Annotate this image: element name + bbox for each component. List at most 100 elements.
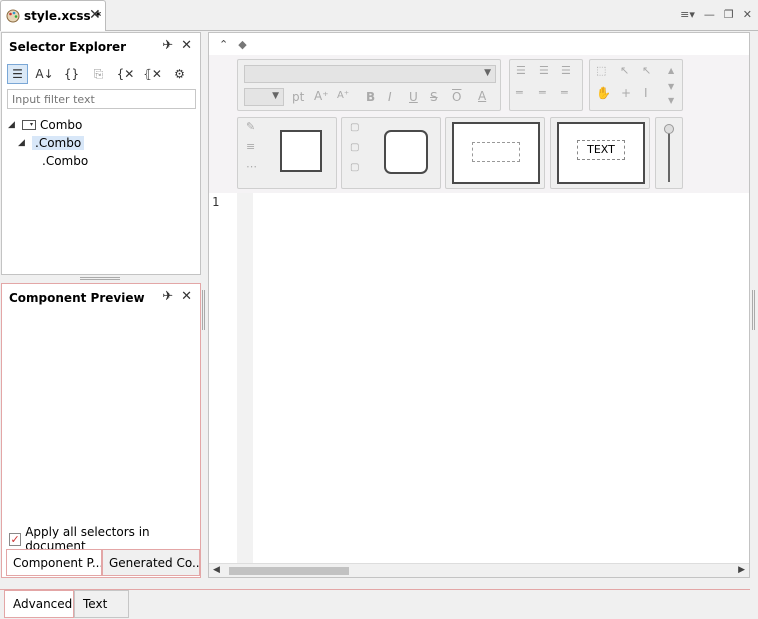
tree-item-selected[interactable]: ◢ .Combo <box>18 136 85 150</box>
collapse-palette-icon[interactable]: ⌃ <box>219 38 228 51</box>
mode-tabs: Advanced Text <box>0 589 750 618</box>
border-width-icon[interactable]: ≡ <box>246 140 255 153</box>
crosshair-cursor-icon[interactable]: + <box>621 86 631 100</box>
palette-icon <box>6 9 20 23</box>
font-family-select[interactable]: ▼ <box>244 65 496 83</box>
tab-advanced[interactable]: Advanced <box>4 590 74 618</box>
italic-button[interactable]: I <box>388 90 392 104</box>
sort-selectors-icon[interactable]: ☰ <box>7 64 28 84</box>
scrollbar-thumb[interactable] <box>229 567 349 575</box>
align-left-icon[interactable]: ☰ <box>516 64 526 77</box>
pin-icon[interactable]: ✈ <box>162 38 173 53</box>
valign-middle-icon[interactable]: ═ <box>539 86 546 99</box>
align-right-icon[interactable]: ☰ <box>561 64 571 77</box>
view-menu-icon[interactable]: ≡▾ <box>680 8 695 22</box>
alignment-group: ☰ ☰ ☰ ═ ═ ═ <box>509 59 583 111</box>
diamond-icon[interactable]: ◆ <box>238 38 246 51</box>
text-padding-group: TEXT <box>550 117 650 189</box>
padding-preview[interactable] <box>452 122 540 184</box>
bold-button[interactable]: B <box>366 90 375 104</box>
font-shrink-icon[interactable]: A⁺ <box>337 90 349 101</box>
right-splitter[interactable] <box>752 290 755 330</box>
slider-group <box>655 117 683 189</box>
component-preview-panel: Component Preview ✈ ✕ ✓ Apply all select… <box>1 283 201 578</box>
border-preview[interactable] <box>280 130 322 172</box>
font-color-icon[interactable]: A <box>478 89 486 103</box>
cursor-group: ⬚ ↖ ↖ ✋ + I ▲ ▼ ▼ <box>589 59 683 111</box>
valign-bottom-icon[interactable]: ═ <box>561 86 568 99</box>
font-size-select[interactable]: ▼ <box>244 88 284 106</box>
align-center-icon[interactable]: ☰ <box>539 64 549 77</box>
tree-item[interactable]: .Combo <box>42 154 88 168</box>
copy-selector-icon[interactable]: ⎘ <box>88 64 109 84</box>
text-preview: TEXT <box>577 140 625 160</box>
border-style-icon[interactable]: ⋯ <box>246 160 257 173</box>
text-padding-preview[interactable]: TEXT <box>557 122 645 184</box>
strikethrough-button[interactable]: S <box>430 90 438 104</box>
vertical-splitter[interactable] <box>202 290 205 330</box>
corner-mid-icon[interactable]: ▢ <box>350 142 359 153</box>
folding-strip <box>237 193 253 563</box>
sort-alpha-icon[interactable]: A↓ <box>34 64 55 84</box>
corner-top-icon[interactable]: ▢ <box>350 122 359 133</box>
scroll-up-icon[interactable]: ▲ <box>668 66 674 75</box>
hand-cursor-icon[interactable]: ✋ <box>596 86 611 100</box>
arrow-cursor-icon[interactable]: ↖ <box>620 64 629 77</box>
font-group: ▼ ▼ pt A⁺ A⁺ B I U S O A <box>237 59 501 111</box>
file-tab[interactable]: style.xcss * ✕ <box>0 0 106 31</box>
border-group: ✎ ≡ ⋯ <box>237 117 337 189</box>
selection-cursor-icon[interactable]: ⬚ <box>596 64 606 77</box>
tab-text[interactable]: Text <box>74 590 129 618</box>
tree-item[interactable]: ◢ Combo <box>8 118 82 132</box>
collapse-arrow-icon[interactable]: ◢ <box>8 120 18 130</box>
combo-widget-icon <box>22 120 36 130</box>
tree-item-label: .Combo <box>42 154 89 168</box>
remove-all-selectors-icon[interactable]: ⦃✕ <box>142 64 163 84</box>
scroll-down-icon[interactable]: ▼ <box>668 82 674 91</box>
add-selector-icon[interactable]: {} <box>61 64 82 84</box>
collapse-arrow-icon[interactable]: ◢ <box>18 138 28 148</box>
rounded-corner-preview[interactable] <box>384 130 428 174</box>
corner-group: ▢ ▢ ▢ <box>341 117 441 189</box>
text-cursor-icon[interactable]: I <box>644 86 648 100</box>
expand-icon[interactable]: ▼ <box>668 96 674 105</box>
tab-generated-code[interactable]: Generated Co... <box>102 549 200 576</box>
horizontal-scrollbar[interactable]: ◀ ▶ <box>209 563 749 577</box>
opacity-slider-handle[interactable] <box>664 124 674 134</box>
selector-explorer-panel: Selector Explorer ✈ ✕ ☰ A↓ {} ⎘ {✕ ⦃✕ ⚙ … <box>1 32 201 275</box>
window-controls: ≡▾ — ❐ ✕ <box>680 8 752 22</box>
editor-tab-strip: style.xcss * ✕ ≡▾ — ❐ ✕ <box>0 0 758 31</box>
pin-icon[interactable]: ✈ <box>162 289 173 304</box>
close-tab-icon[interactable]: ✕ <box>89 7 101 23</box>
corner-bottom-icon[interactable]: ▢ <box>350 162 359 173</box>
scroll-left-icon[interactable]: ◀ <box>213 565 220 575</box>
close-panel-icon[interactable]: ✕ <box>181 289 192 304</box>
settings-gear-icon[interactable]: ⚙ <box>169 64 190 84</box>
selector-toolbar: ☰ A↓ {} ⎘ {✕ ⦃✕ ⚙ <box>7 63 197 85</box>
tab-component-preview[interactable]: Component P... <box>6 549 102 576</box>
maximize-icon[interactable]: ❐ <box>724 8 734 22</box>
tree-item-label: Combo <box>40 118 83 132</box>
panel-title: Component Preview <box>9 291 145 305</box>
padding-group <box>445 117 545 189</box>
font-grow-icon[interactable]: A⁺ <box>314 89 329 103</box>
panel-title: Selector Explorer <box>9 40 127 54</box>
line-number: 1 <box>212 195 220 209</box>
css-editor: ⌃ ◆ ▼ ▼ pt A⁺ A⁺ B I U S O A ☰ ☰ ☰ ═ ═ ═ <box>208 32 750 578</box>
close-window-icon[interactable]: ✕ <box>743 8 752 22</box>
overline-button[interactable]: O <box>452 90 461 104</box>
minimize-icon[interactable]: — <box>704 8 715 22</box>
valign-top-icon[interactable]: ═ <box>516 86 523 99</box>
apply-selectors-checkbox[interactable]: ✓ <box>9 532 22 546</box>
selector-filter-input[interactable] <box>7 89 196 109</box>
font-size-unit: pt <box>292 90 305 104</box>
preview-tabs: Component P... Generated Co... <box>6 549 200 576</box>
scroll-right-icon[interactable]: ▶ <box>738 565 745 575</box>
panel-splitter[interactable] <box>80 277 120 280</box>
editor-top-bar: ⌃ ◆ <box>209 33 749 55</box>
arrow-cursor-alt-icon[interactable]: ↖ <box>642 64 651 77</box>
pencil-icon[interactable]: ✎ <box>246 120 255 133</box>
close-panel-icon[interactable]: ✕ <box>181 38 192 53</box>
remove-selector-icon[interactable]: {✕ <box>115 64 136 84</box>
underline-button[interactable]: U <box>409 90 418 104</box>
